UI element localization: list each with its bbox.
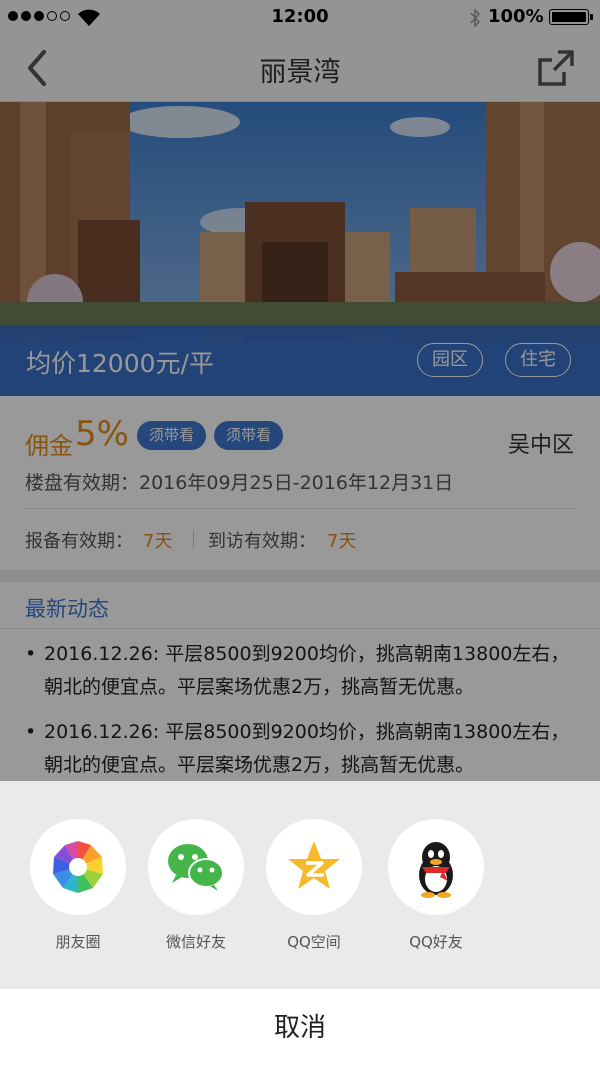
wechat-icon bbox=[148, 819, 244, 915]
modal-backdrop[interactable] bbox=[0, 0, 600, 781]
qq-penguin-icon bbox=[388, 819, 484, 915]
cancel-button[interactable]: 取消 bbox=[0, 989, 600, 1067]
share-label: QQ好友 bbox=[409, 933, 463, 951]
share-qq-button[interactable]: QQ好友 bbox=[376, 819, 496, 979]
share-moments-button[interactable]: 朋友圈 bbox=[18, 819, 138, 979]
share-label: QQ空间 bbox=[287, 933, 341, 951]
moments-aperture-icon bbox=[30, 819, 126, 915]
share-sheet: 朋友圈 微信好友 QQ空间 QQ好友 bbox=[0, 781, 600, 989]
share-label: 微信好友 bbox=[165, 933, 226, 951]
cancel-label: 取消 bbox=[273, 1013, 326, 1043]
qzone-star-icon bbox=[266, 819, 362, 915]
share-qzone-button[interactable]: QQ空间 bbox=[254, 819, 374, 979]
share-label: 朋友圈 bbox=[55, 933, 101, 951]
share-wechat-button[interactable]: 微信好友 bbox=[136, 819, 256, 979]
